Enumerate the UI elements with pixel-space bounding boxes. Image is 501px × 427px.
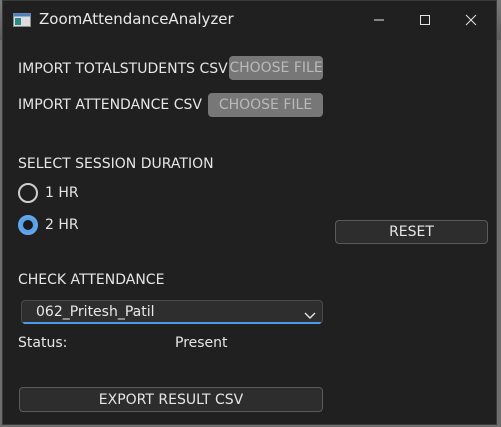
close-icon [465, 14, 477, 26]
radio-1hr[interactable] [18, 183, 38, 203]
radio-2hr-label[interactable]: 2 HR [45, 217, 79, 233]
choose-attendance-file-button[interactable]: CHOOSE FILE [208, 93, 323, 117]
status-value: Present [175, 335, 228, 351]
export-result-button[interactable]: EXPORT RESULT CSV [19, 387, 323, 412]
reset-button[interactable]: RESET [335, 220, 488, 244]
student-select[interactable]: 062_Pritesh_Patil [21, 300, 323, 324]
maximize-icon [420, 15, 430, 25]
close-button[interactable] [448, 1, 494, 39]
radio-1hr-label[interactable]: 1 HR [45, 185, 79, 201]
minimize-button[interactable] [356, 1, 402, 39]
import-attendance-label: IMPORT ATTENDANCE CSV [18, 97, 202, 113]
title-bar[interactable]: ZoomAttendanceAnalyzer [3, 1, 496, 39]
app-window: ZoomAttendanceAnalyzer IMPORT TOTALSTUDE… [2, 0, 497, 425]
radio-2hr[interactable] [18, 215, 38, 235]
status-label: Status: [18, 335, 68, 351]
maximize-button[interactable] [402, 1, 448, 39]
import-total-students-label: IMPORT TOTALSTUDENTS CSV [18, 61, 228, 77]
session-duration-heading: SELECT SESSION DURATION [18, 156, 214, 172]
window-app-icon [13, 12, 31, 27]
minimize-icon [374, 19, 384, 21]
student-select-value: 062_Pritesh_Patil [36, 304, 155, 320]
choose-total-students-file-button[interactable]: CHOOSE FILE [229, 56, 323, 80]
window-title: ZoomAttendanceAnalyzer [39, 10, 234, 28]
check-attendance-heading: CHECK ATTENDANCE [18, 272, 165, 288]
select-focus-underline [23, 322, 321, 324]
